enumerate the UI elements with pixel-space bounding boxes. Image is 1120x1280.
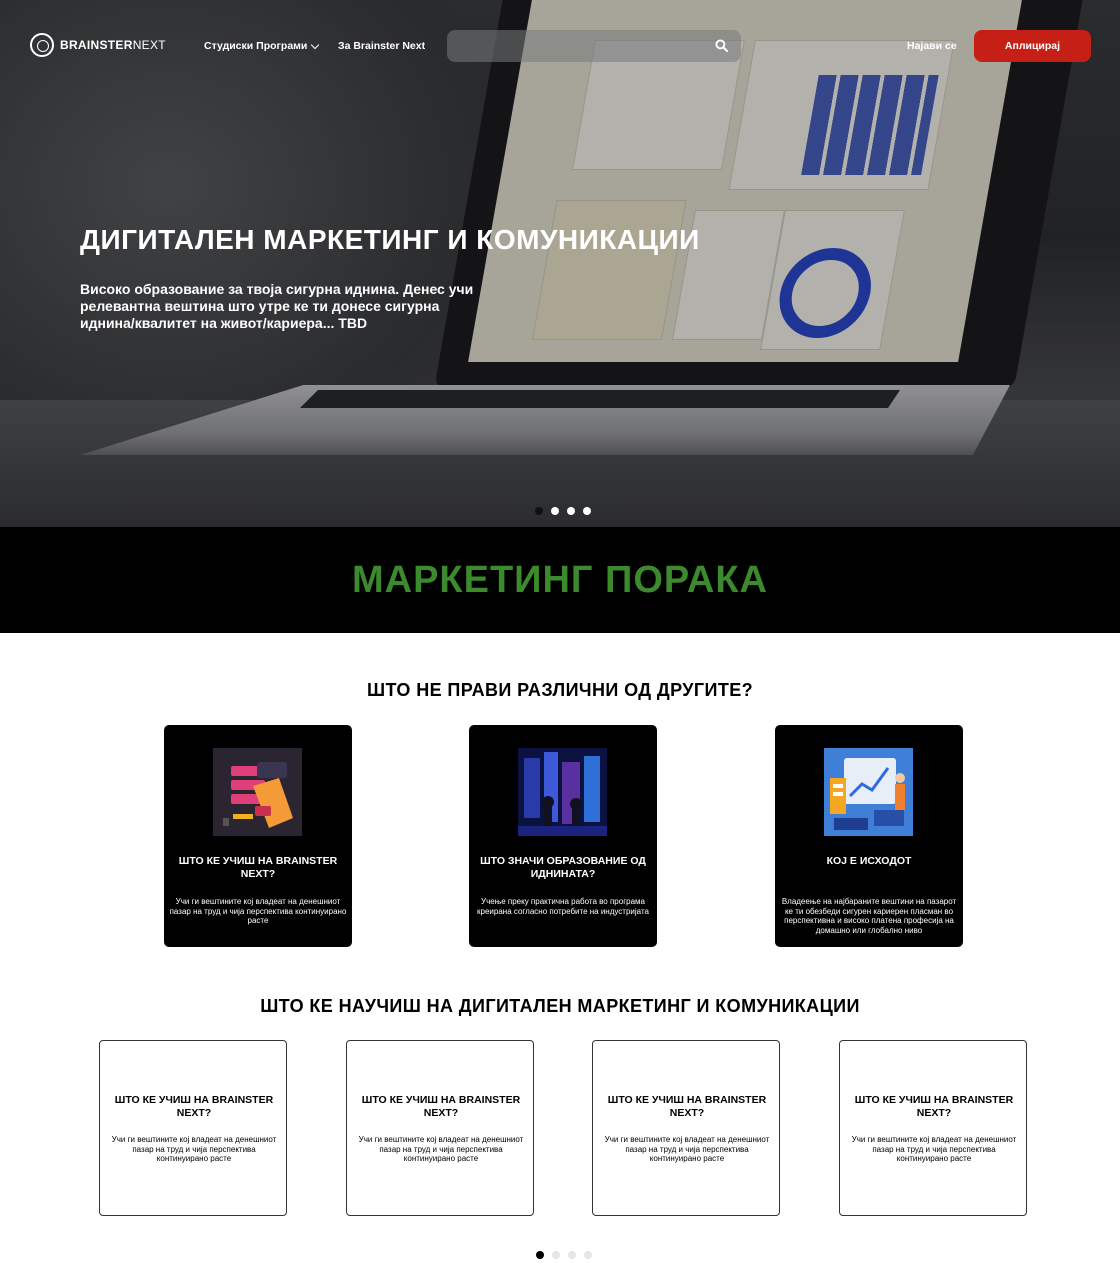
marketing-message: МАРКЕТИНГ ПОРАКА [351,558,768,601]
brand-logo-text: BRAINSTERNEXT [60,38,166,52]
hero-carousel-dots [535,507,599,515]
marketing-banner: МАРКЕТИНГ ПОРАКА [0,527,1120,633]
learn-card[interactable]: ШТО КЕ УЧИШ НА BRAINSTER NEXT? Учи ги ве… [592,1040,780,1216]
learn-carousel-dots [536,1251,600,1259]
difference-card[interactable]: ШТО ЗНАЧИ ОБРАЗОВАНИЕ ОД ИДНИНАТА? Учење… [469,725,657,947]
brand-logo[interactable]: BRAINSTERNEXT [30,33,166,57]
learn-dot-2[interactable] [552,1251,560,1259]
hero-dot-4[interactable] [583,507,591,515]
learn-card-description: Учи ги вештините кој владеат на денешнио… [851,1135,1017,1163]
learn-card-description: Учи ги вештините кој владеат на денешнио… [604,1135,770,1163]
learn-card[interactable]: ШТО КЕ УЧИШ НА BRAINSTER NEXT? Учи ги ве… [99,1040,287,1216]
learn-card-description: Учи ги вештините кој владеат на денешнио… [111,1135,277,1163]
learn-card[interactable]: ШТО КЕ УЧИШ НА BRAINSTER NEXT? Учи ги ве… [346,1040,534,1216]
marketing-illustration-image [213,748,302,836]
search-icon[interactable] [715,39,728,52]
difference-card[interactable]: КОЈ Е ИСХОДОТ Владеење на најбараните ве… [775,725,963,947]
difference-card[interactable]: ШТО КЕ УЧИШ НА BRAINSTER NEXT? Учи ги ве… [164,725,352,947]
difference-card-title: ШТО КЕ УЧИШ НА BRAINSTER NEXT? [178,855,338,880]
hero-subtitle: Високо образование за твоја сигурна идни… [80,281,474,331]
learn-card-title: ШТО КЕ УЧИШ НА BRAINSTER NEXT? [361,1094,521,1119]
learn-card-description: Учи ги вештините кој владеат на денешнио… [358,1135,524,1163]
difference-card-title: ШТО ЗНАЧИ ОБРАЗОВАНИЕ ОД ИДНИНАТА? [480,855,646,880]
differences-title: ШТО НЕ ПРАВИ РАЗЛИЧНИ ОД ДРУГИТЕ? [366,680,754,700]
learn-card-title: ШТО КЕ УЧИШ НА BRAINSTER NEXT? [607,1094,767,1119]
hero-title: ДИГИТАЛЕН МАРКЕТИНГ И КОМУНИКАЦИИ [80,224,700,255]
learn-card[interactable]: ШТО КЕ УЧИШ НА BRAINSTER NEXT? Учи ги ве… [839,1040,1027,1216]
analytics-illustration-image [824,748,913,836]
search-bar [447,30,741,62]
learn-dot-4[interactable] [584,1251,592,1259]
learn-section-title: ШТО КЕ НАУЧИШ НА ДИГИТАЛЕН МАРКЕТИНГ И К… [260,996,860,1016]
nav-study-programs[interactable]: Студиски Програми [204,40,320,52]
difference-card-title: КОЈ Е ИСХОДОТ [826,855,912,867]
brain-logo-icon [30,33,54,57]
hero-dot-2[interactable] [551,507,559,515]
search-input[interactable] [447,30,707,62]
difference-card-description: Владеење на најбараните вештини на пазар… [781,897,957,935]
learn-card-title: ШТО КЕ УЧИШ НА BRAINSTER NEXT? [854,1094,1014,1119]
learn-dot-1[interactable] [536,1251,544,1259]
login-link[interactable]: Најави се [907,40,957,52]
hero-dot-3[interactable] [567,507,575,515]
hero-dot-1[interactable] [535,507,543,515]
nav-study-programs-label: Студиски Програми [204,40,308,52]
difference-card-description: Учење преку практична работа во програма… [477,897,649,916]
learn-card-title: ШТО КЕ УЧИШ НА BRAINSTER NEXT? [114,1094,274,1119]
nav-about[interactable]: За Brainster Next [338,40,425,52]
apply-button[interactable]: Аплицирај [974,30,1091,62]
learn-dot-3[interactable] [568,1251,576,1259]
future-city-illustration-image [518,748,607,836]
chevron-down-icon [311,40,320,49]
top-navigation: BRAINSTERNEXT Студиски Програми За Brain… [0,0,1120,92]
difference-card-description: Учи ги вештините кој владеат на денешнио… [169,897,347,925]
